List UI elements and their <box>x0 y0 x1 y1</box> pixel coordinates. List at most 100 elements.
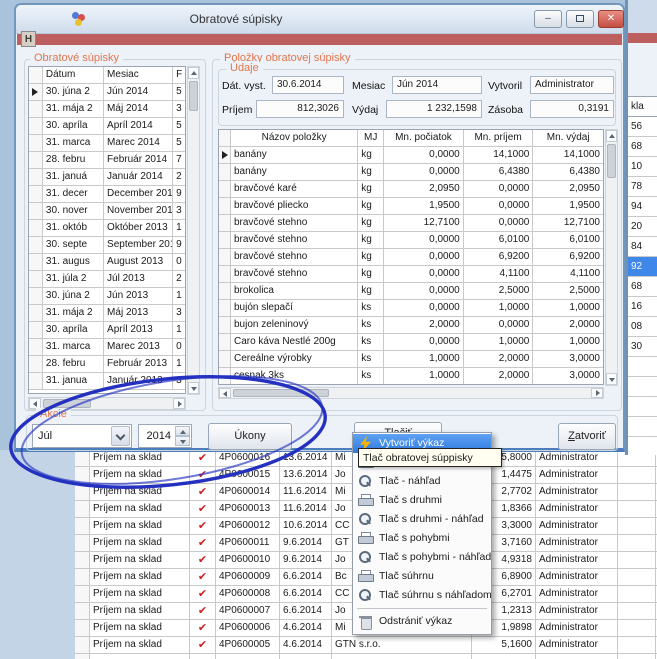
scroll-down-button[interactable] <box>606 373 617 385</box>
menu-item[interactable]: Tlač súhrnu <box>353 567 491 586</box>
item-row[interactable]: bravčové pliecko kg 1,9500 0,0000 1,9500 <box>219 198 603 215</box>
strip-cell[interactable]: 94 <box>628 197 657 217</box>
row-marker[interactable] <box>29 186 43 202</box>
table-row[interactable]: Príjem na sklad ✔ 4P0600005 4.6.2014 GTN… <box>75 637 657 654</box>
row-marker[interactable] <box>219 232 231 248</box>
row-marker[interactable] <box>29 339 43 355</box>
strip-cell[interactable]: 56 <box>628 117 657 137</box>
spinner-up-button[interactable] <box>175 426 190 436</box>
column-header-vydaj[interactable]: Mn. výdaj <box>533 130 603 146</box>
date-row[interactable]: 31. mája 2 Máj 2014 3 <box>29 101 185 118</box>
ukony-button[interactable]: Úkony <box>208 423 292 450</box>
date-row[interactable]: 31. júla 2 Júl 2013 2 <box>29 271 185 288</box>
row-marker[interactable] <box>219 147 231 163</box>
item-row[interactable]: bravčové stehno kg 12,7100 0,0000 12,710… <box>219 215 603 232</box>
row-marker[interactable] <box>219 249 231 265</box>
date-row[interactable]: 31. marca Marec 2013 0 <box>29 339 185 356</box>
column-header-f[interactable]: F <box>173 67 185 83</box>
scroll-right-button[interactable] <box>591 388 603 398</box>
row-marker[interactable] <box>29 101 43 117</box>
date-row[interactable]: 31. marca Marec 2014 5 <box>29 135 185 152</box>
date-row[interactable]: 31. januá Január 2014 2 <box>29 169 185 186</box>
strip-cell[interactable]: 16 <box>628 297 657 317</box>
row-marker[interactable] <box>29 271 43 287</box>
row-marker[interactable] <box>29 322 43 338</box>
column-header-prijem[interactable]: Mn. príjem <box>464 130 534 146</box>
date-row[interactable]: 28. febru Február 2013 1 <box>29 356 185 373</box>
row-selector[interactable] <box>75 603 90 619</box>
row-marker[interactable] <box>219 300 231 316</box>
row-marker[interactable] <box>29 254 43 270</box>
row-selector[interactable] <box>75 586 90 602</box>
items-vscrollbar[interactable] <box>605 129 618 386</box>
scroll-up-button[interactable] <box>606 130 617 142</box>
row-selector[interactable] <box>75 569 90 585</box>
strip-cell[interactable]: 84 <box>628 237 657 257</box>
scroll-thumb[interactable] <box>233 389 329 397</box>
items-hscrollbar[interactable] <box>218 387 604 399</box>
strip-cell[interactable]: 10 <box>628 157 657 177</box>
column-header-mj[interactable]: MJ <box>358 130 384 146</box>
row-marker[interactable] <box>29 84 43 100</box>
item-row[interactable]: bujon zeleninový ks 2,0000 0,0000 2,0000 <box>219 317 603 334</box>
row-marker[interactable] <box>29 356 43 372</box>
mesiac-field[interactable]: Jún 2014 <box>392 76 482 94</box>
table-row[interactable] <box>75 654 657 659</box>
menu-item[interactable] <box>353 605 491 612</box>
scroll-left-button[interactable] <box>219 388 231 398</box>
row-selector[interactable] <box>75 467 90 483</box>
menu-item[interactable]: Tlač s pohybmi - náhľad <box>353 548 491 567</box>
scroll-thumb[interactable] <box>43 399 91 408</box>
date-row[interactable]: 30. septe September 2013 9 <box>29 237 185 254</box>
scroll-thumb[interactable] <box>607 144 616 178</box>
row-marker[interactable] <box>219 317 231 333</box>
dates-vscrollbar[interactable] <box>187 66 200 395</box>
row-marker[interactable] <box>29 237 43 253</box>
row-marker[interactable] <box>219 283 231 299</box>
strip-cell[interactable] <box>628 397 657 417</box>
titlebar[interactable]: Obratové súpisky – ✕ <box>16 5 623 34</box>
date-row[interactable]: 28. febru Február 2014 7 <box>29 152 185 169</box>
row-marker[interactable] <box>29 152 43 168</box>
row-selector[interactable] <box>75 654 90 659</box>
minimize-button[interactable]: – <box>534 10 562 28</box>
strip-cell[interactable]: 68 <box>628 137 657 157</box>
item-row[interactable]: Cereálne výrobky ks 1,0000 2,0000 3,0000 <box>219 351 603 368</box>
row-marker[interactable] <box>219 368 231 384</box>
row-marker[interactable] <box>29 203 43 219</box>
row-selector[interactable] <box>75 450 90 466</box>
row-marker[interactable] <box>219 215 231 231</box>
row-selector[interactable] <box>75 518 90 534</box>
date-row[interactable]: 31. janua Január 2013 3 <box>29 373 185 390</box>
row-selector[interactable] <box>75 637 90 653</box>
combobox-dropdown-button[interactable] <box>111 426 130 446</box>
scroll-down-button[interactable] <box>188 382 199 394</box>
row-marker[interactable] <box>29 373 43 389</box>
item-row[interactable]: bujón slepačí ks 0,0000 1,0000 1,0000 <box>219 300 603 317</box>
row-selector[interactable] <box>75 552 90 568</box>
vydaj-field[interactable]: 1 232,1598 <box>386 100 482 118</box>
month-combobox[interactable]: Júl <box>32 424 132 448</box>
row-selector[interactable] <box>75 535 90 551</box>
strip-cell[interactable]: 78 <box>628 177 657 197</box>
date-row[interactable]: 30. apríla Apríl 2013 1 <box>29 322 185 339</box>
item-row[interactable]: brokolica kg 0,0000 2,5000 2,5000 <box>219 283 603 300</box>
date-row[interactable]: 30. nover November 2013 3 <box>29 203 185 220</box>
item-row[interactable]: banány kg 0,0000 14,1000 14,1000 <box>219 147 603 164</box>
strip-cell[interactable] <box>628 377 657 397</box>
vytvoril-field[interactable]: Administrator <box>530 76 614 94</box>
column-header-name[interactable]: Názov položky <box>231 130 358 146</box>
close-button[interactable]: ✕ <box>598 10 624 28</box>
row-selector[interactable] <box>75 484 90 500</box>
row-marker[interactable] <box>29 288 43 304</box>
column-header-datum[interactable]: Dátum <box>43 67 104 83</box>
maximize-button[interactable] <box>566 10 594 28</box>
item-row[interactable]: cesnak 3ks ks 1,0000 2,0000 3,0000 <box>219 368 603 385</box>
menu-item[interactable]: Tlač s druhmi <box>353 491 491 510</box>
strip-cell[interactable]: 92 <box>628 257 657 277</box>
strip-cell[interactable] <box>628 357 657 377</box>
item-row[interactable]: bravčové stehno kg 0,0000 6,9200 6,9200 <box>219 249 603 266</box>
spinner-down-button[interactable] <box>175 436 190 446</box>
row-marker[interactable] <box>29 135 43 151</box>
zasoba-field[interactable]: 0,3191 <box>530 100 614 118</box>
